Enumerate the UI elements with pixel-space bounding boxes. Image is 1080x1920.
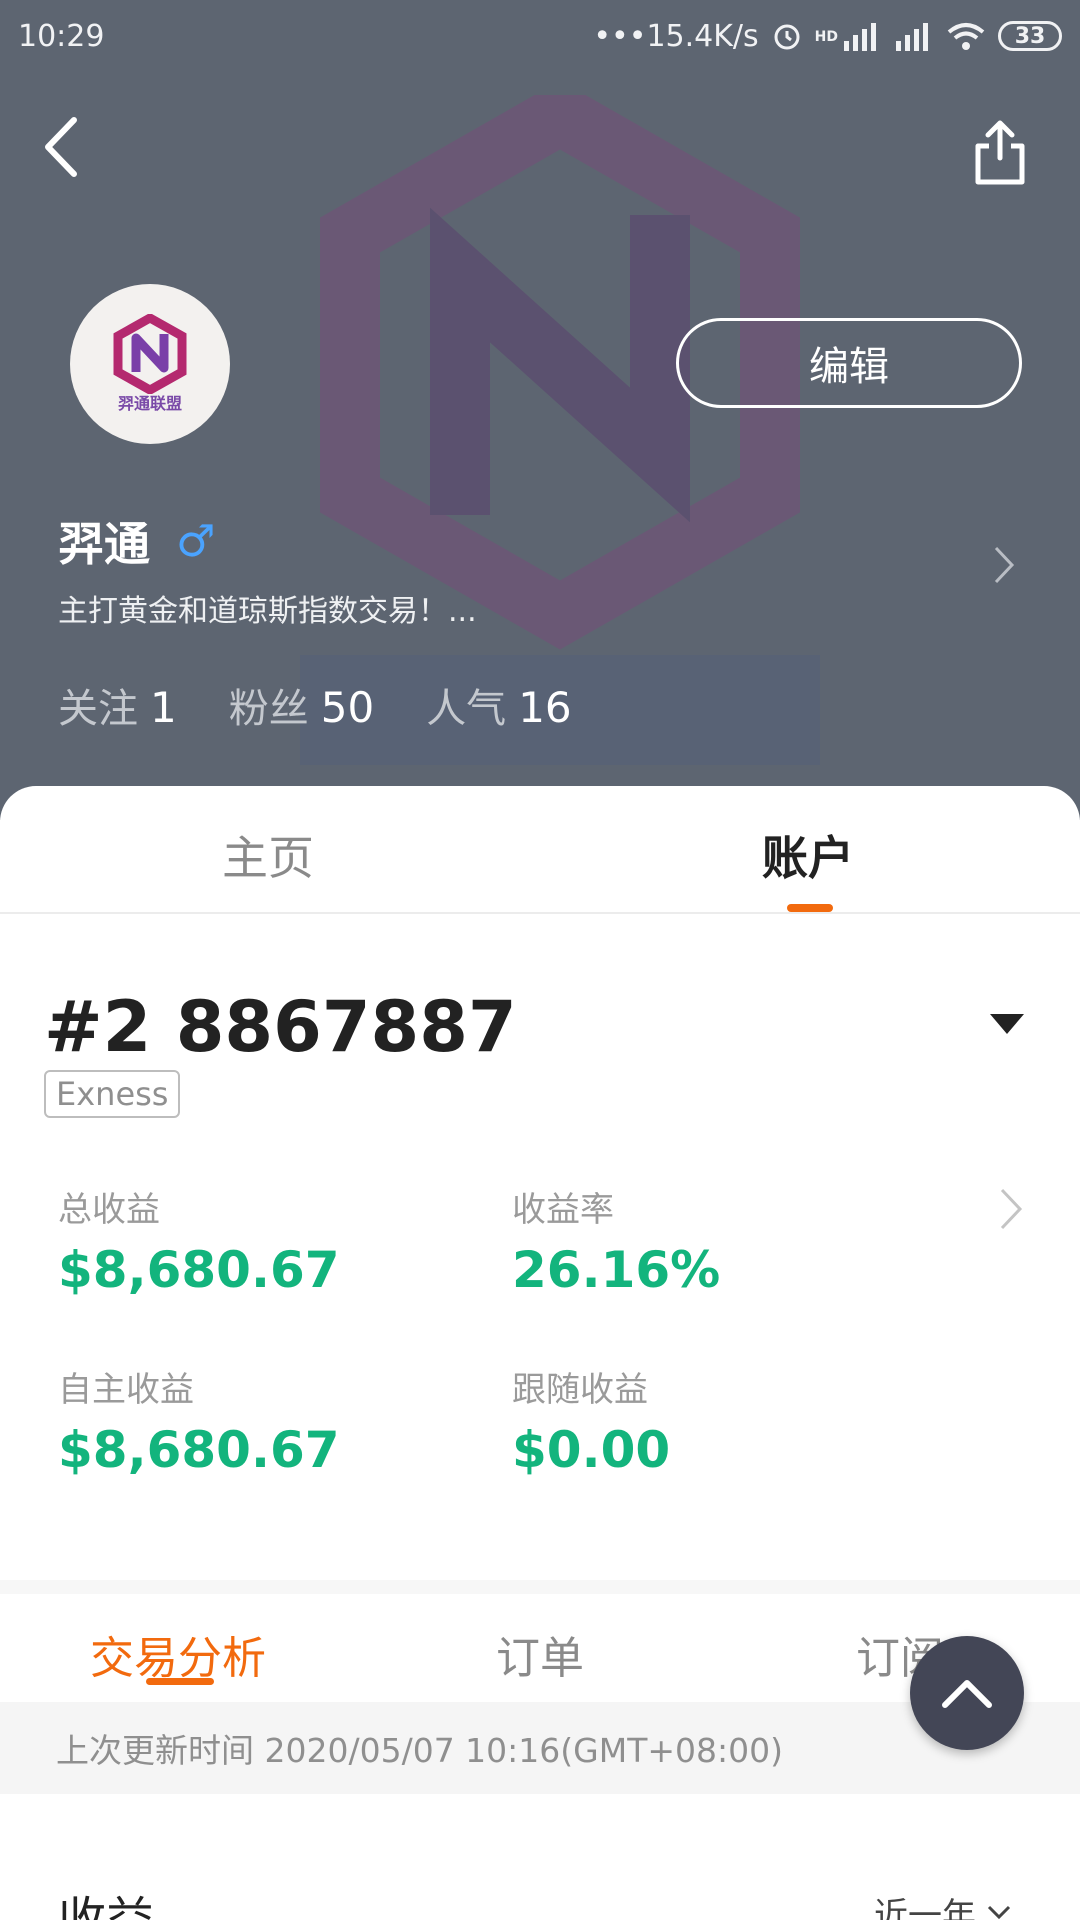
metric-label: 收益率 <box>512 1190 614 1230</box>
content-sheet: 主页 账户 #2 8867887 Exness 总收益 $8,680.67 收益… <box>0 786 1080 1920</box>
profile-header: 10:29 •••15.4K/s HD 33 羿通联盟 编辑 羿通 ♂ 主打黄金… <box>0 0 1080 820</box>
metric-label: 总收益 <box>58 1190 160 1230</box>
stat-value: 16 <box>518 683 572 732</box>
network-speed: •••15.4K/s <box>593 18 759 54</box>
user-bio: 主打黄金和道琼斯指数交易！... <box>58 594 477 629</box>
status-time: 10:29 <box>18 18 105 54</box>
metric-value: $0.00 <box>512 1421 671 1479</box>
stat-value: 1 <box>150 683 177 732</box>
broker-badge: Exness <box>44 1070 181 1118</box>
scroll-to-top-button[interactable] <box>910 1636 1024 1750</box>
chevron-right-icon[interactable] <box>998 1186 1024 1232</box>
stat-popularity: 人气 16 <box>426 676 571 734</box>
last-update-text: 上次更新时间 2020/05/07 10:16(GMT+08:00) <box>56 1731 783 1770</box>
tab-orders[interactable]: 订单 <box>496 1622 584 1686</box>
profit-section-title: 收益 <box>58 1892 155 1920</box>
back-arrow-icon[interactable] <box>36 112 90 182</box>
stat-following[interactable]: 关注 1 <box>58 676 177 734</box>
status-icons: •••15.4K/s HD 33 <box>593 19 1062 54</box>
profile-stats: 关注 1 粉丝 50 人气 16 <box>58 676 572 734</box>
avatar-logo-image <box>113 314 187 394</box>
chevron-down-icon <box>987 1905 1011 1919</box>
section-divider <box>0 1580 1080 1594</box>
metric-label: 跟随收益 <box>512 1370 648 1410</box>
dropdown-caret-icon[interactable] <box>988 1012 1026 1036</box>
edit-profile-button[interactable]: 编辑 <box>676 318 1022 408</box>
status-bar: 10:29 •••15.4K/s HD 33 <box>0 0 1080 72</box>
tab-trade-analysis[interactable]: 交易分析 <box>90 1622 266 1686</box>
stat-label: 关注 <box>58 686 138 732</box>
chevron-right-icon[interactable] <box>992 544 1016 586</box>
period-label: 近一年 <box>874 1896 976 1920</box>
tab-active-indicator <box>787 904 833 912</box>
chevron-up-icon <box>942 1680 992 1708</box>
main-tab-bar: 主页 账户 <box>0 786 1080 914</box>
metric-total-profit: 总收益 $8,680.67 <box>58 1182 340 1299</box>
sub-tab-active-indicator <box>146 1678 214 1685</box>
hd-icon: HD <box>814 28 838 45</box>
period-selector[interactable]: 近一年 <box>874 1888 1012 1920</box>
metric-follow-profit: 跟随收益 $0.00 <box>512 1362 670 1479</box>
metric-value: $8,680.67 <box>58 1421 340 1479</box>
alarm-icon <box>774 24 800 50</box>
metric-label: 自主收益 <box>58 1370 194 1410</box>
avatar[interactable]: 羿通联盟 <box>70 284 230 444</box>
stat-label: 粉丝 <box>228 686 309 732</box>
user-name: 羿通 <box>58 517 150 571</box>
stat-label: 人气 <box>426 686 507 732</box>
metric-value: 26.16% <box>512 1241 721 1299</box>
battery-icon: 33 <box>998 21 1062 51</box>
signal-icon <box>844 23 876 51</box>
metric-value: $8,680.67 <box>58 1241 340 1299</box>
wifi-icon <box>947 23 985 50</box>
tab-home[interactable]: 主页 <box>222 822 314 888</box>
account-number: #2 8867887 <box>44 986 517 1068</box>
signal-icon-2 <box>896 23 928 51</box>
stat-value: 50 <box>320 683 375 732</box>
avatar-brand-text: 羿通联盟 <box>117 394 182 413</box>
metric-return-rate: 收益率 26.16% <box>512 1182 720 1299</box>
stat-followers[interactable]: 粉丝 50 <box>229 676 374 734</box>
male-gender-icon: ♂ <box>176 515 216 567</box>
name-row[interactable]: 羿通 ♂ <box>58 508 215 574</box>
metric-self-profit: 自主收益 $8,680.67 <box>58 1362 340 1479</box>
tab-account[interactable]: 账户 <box>762 822 854 888</box>
share-icon[interactable] <box>970 118 1030 188</box>
